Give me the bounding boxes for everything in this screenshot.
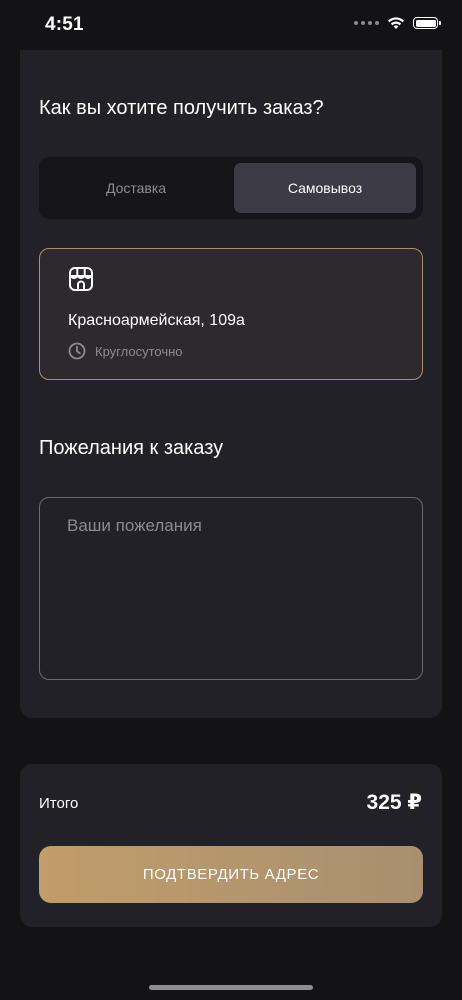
order-method-switch: Доставка Самовывоз	[39, 157, 423, 219]
status-bar: 4:51	[0, 0, 462, 50]
store-option-card[interactable]: Красноармейская, 109а Круглосуточно	[39, 248, 423, 380]
confirm-address-button[interactable]: ПОДТВЕРДИТЬ АДРЕС	[39, 846, 423, 903]
wishes-input[interactable]	[39, 497, 423, 680]
tab-delivery[interactable]: Доставка	[45, 163, 227, 213]
battery-icon	[413, 17, 441, 29]
signal-dots-icon	[354, 21, 379, 25]
wishes-title: Пожелания к заказу	[39, 437, 224, 459]
store-icon	[69, 267, 93, 291]
store-address: Красноармейская, 109а	[68, 312, 245, 329]
store-hours-label: Круглосуточно	[95, 343, 183, 359]
order-method-title: Как вы хотите получить заказ?	[39, 97, 324, 119]
status-time: 4:51	[45, 14, 84, 35]
total-value: 325 ₽	[366, 791, 422, 814]
status-icons	[354, 16, 441, 30]
tab-pickup[interactable]: Самовывоз	[234, 163, 416, 213]
total-label: Итого	[39, 795, 79, 812]
clock-icon	[68, 342, 86, 360]
home-indicator	[149, 985, 313, 990]
wifi-icon	[388, 17, 404, 29]
store-hours: Круглосуточно	[68, 342, 183, 360]
